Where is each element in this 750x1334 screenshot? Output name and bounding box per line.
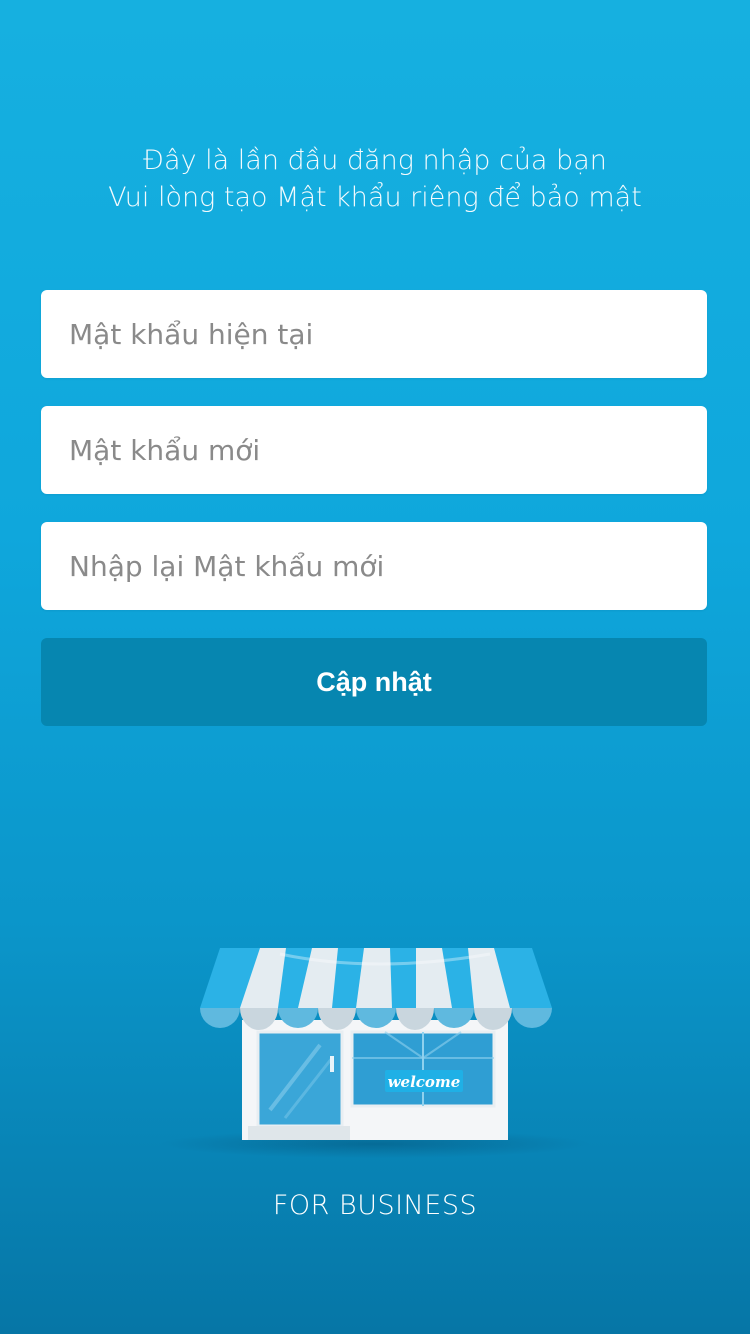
confirm-password-input[interactable] bbox=[41, 522, 707, 610]
intro-message: Đây là lần đầu đăng nhập của bạn Vui lòn… bbox=[0, 142, 750, 216]
awning-scallops bbox=[200, 1008, 552, 1030]
intro-line-2: Vui lòng tạo Mật khẩu riêng để bảo mật bbox=[108, 182, 642, 213]
storefront-illustration: welcome bbox=[160, 948, 590, 1158]
current-password-input[interactable] bbox=[41, 290, 707, 378]
for-business-tagline: FOR BUSINESS bbox=[272, 1190, 478, 1221]
new-password-input[interactable] bbox=[41, 406, 707, 494]
store-door bbox=[256, 1030, 344, 1128]
intro-line-1: Đây là lần đầu đăng nhập của bạn bbox=[143, 145, 607, 176]
welcome-sign-text: welcome bbox=[388, 1073, 461, 1091]
update-button[interactable]: Cập nhật bbox=[41, 638, 707, 726]
